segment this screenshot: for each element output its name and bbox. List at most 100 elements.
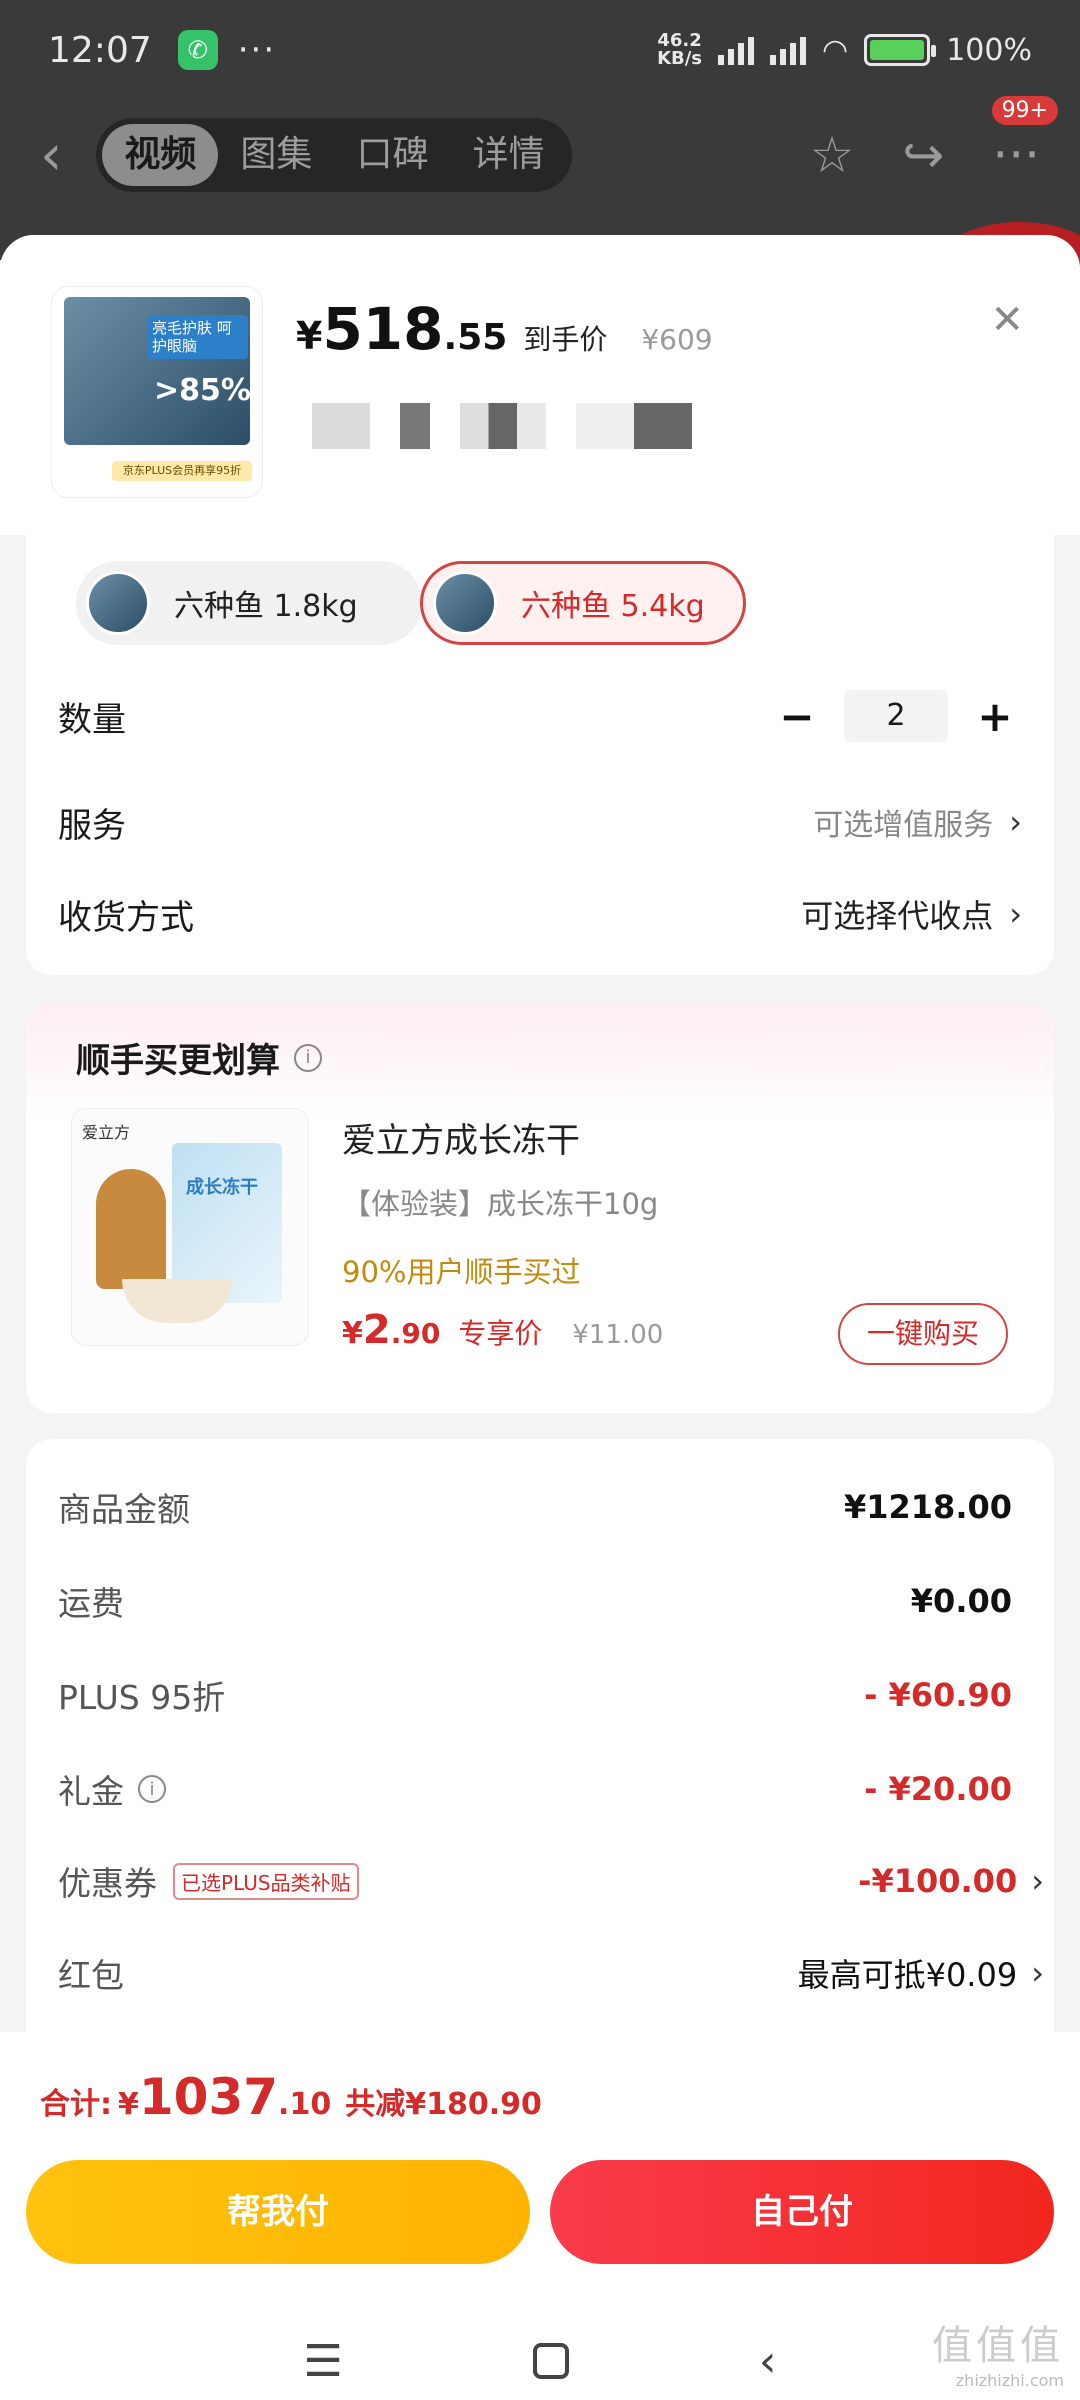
network-speed-unit: KB/s (657, 48, 703, 69)
summary-value: 最高可抵¥0.09 (797, 1956, 1018, 1994)
product-price: ¥ 518 .55 到手价 ¥609 (296, 295, 713, 363)
summary-row-red-packet[interactable]: 红包 最高可抵¥0.09 › (58, 1945, 1044, 2001)
summary-value: -¥100.00 (858, 1862, 1018, 1900)
cat-image (96, 1169, 166, 1289)
delivery-label: 收货方式 (58, 897, 194, 938)
summary-value: - ¥20.00 (864, 1770, 1012, 1808)
summary-label: PLUS 95折 (58, 1678, 226, 1717)
total-saving: 共减¥180.90 (345, 2087, 542, 2122)
tab-reviews[interactable]: 口碑 (334, 124, 450, 186)
summary-label: 商品金额 (58, 1490, 190, 1529)
service-value: 可选增值服务 (813, 808, 994, 843)
network-speed: 46.2 KB/s (657, 32, 702, 68)
price-currency: ¥ (296, 314, 323, 358)
addon-price: ¥ 2 .90 专享价 ¥11.00 (342, 1307, 663, 1353)
summary-label-text: 礼金 (58, 1772, 124, 1811)
info-icon[interactable]: i (294, 1043, 322, 1072)
tab-details[interactable]: 详情 (450, 124, 566, 186)
total-decimal: .10 (278, 2087, 332, 2122)
media-tabs: 视频 图集 口碑 详情 (96, 118, 573, 192)
summary-row-gift: 礼金 i - ¥20.00 (58, 1761, 1012, 1817)
checkout-footer: 合计: ¥ 1037 .10 共减¥180.90 帮我付 自己付 ☰ ‹ 值值值… (0, 2032, 1080, 2400)
tab-video[interactable]: 视频 (102, 124, 219, 186)
phone-call-icon: ✆ (177, 30, 218, 70)
addon-hint: 90%用户顺手买过 (342, 1255, 581, 1289)
spec-option-5-4kg[interactable]: 六种鱼 5.4kg (420, 561, 746, 645)
order-total: 合计: ¥ 1037 .10 共减¥180.90 (40, 2068, 542, 2126)
spec-card: 六种鱼 1.8kg 六种鱼 5.4kg 数量 − 2 + 服务 可选增值服务 ›… (26, 535, 1054, 975)
system-nav-bar: ☰ ‹ (0, 2322, 1080, 2400)
one-click-buy-button[interactable]: 一键购买 (838, 1303, 1008, 1365)
addon-card: 顺手买更划算 i 爱立方 成长冻干 爱立方成长冻干 【体验装】成长冻干10g 9… (26, 1003, 1054, 1413)
watermark: 值值值 zhizhizhi.com (932, 2313, 1064, 2390)
addon-price-integer: 2 (362, 1307, 391, 1353)
tab-gallery[interactable]: 图集 (218, 124, 334, 186)
background-nav: ‹ 视频 图集 口碑 详情 ☆ ↪ ··· 99+ (0, 96, 1080, 200)
summary-row-plus-discount: PLUS 95折 - ¥60.90 (58, 1667, 1012, 1723)
bowl-image (122, 1279, 232, 1323)
summary-value: ¥1218.00 (843, 1488, 1012, 1526)
pay-for-me-button[interactable]: 帮我付 (26, 2160, 530, 2264)
addon-title-text: 顺手买更划算 (76, 1041, 280, 1081)
more-icon[interactable]: ··· (992, 126, 1040, 184)
price-tag: 到手价 (523, 323, 608, 356)
status-bar: 12:07 ✆ ··· 46.2 KB/s ◠ 100% (0, 0, 1080, 100)
menu-icon[interactable]: ☰ (303, 2336, 342, 2387)
home-icon[interactable] (532, 2343, 569, 2379)
close-icon[interactable]: ✕ (990, 297, 1024, 343)
price-decimal: .55 (443, 317, 508, 358)
summary-row-goods: 商品金额 ¥1218.00 (58, 1479, 1012, 1535)
total-label: 合计: (40, 2087, 112, 2122)
chevron-right-icon: › (1031, 1862, 1044, 1900)
chevron-right-icon: › (1009, 895, 1022, 933)
favorite-star-icon[interactable]: ☆ (810, 126, 855, 184)
signal-icon-2 (770, 35, 807, 65)
addon-bag-text: 成长冻干 (186, 1177, 258, 1198)
blurred-info (312, 403, 692, 449)
delivery-value: 可选择代收点 (801, 897, 994, 935)
watermark-logo: 值值值 (932, 2323, 1064, 2369)
summary-value: - ¥60.90 (864, 1676, 1012, 1714)
product-package-image: 亮毛护肤 呵护眼脑 >85% (64, 297, 251, 445)
status-more-dots: ··· (237, 30, 277, 70)
addon-brand: 爱立方 (82, 1123, 131, 1142)
addon-product-image[interactable]: 爱立方 成长冻干 (72, 1109, 308, 1345)
quantity-plus-button[interactable]: + (968, 692, 1022, 741)
quantity-minus-button[interactable]: − (770, 692, 824, 741)
summary-label: 红包 (58, 1956, 124, 1995)
spec-option-1-8kg[interactable]: 六种鱼 1.8kg (76, 561, 422, 645)
package-highlight: >85% (154, 373, 251, 408)
addon-spec: 【体验装】成长冻干10g (342, 1187, 659, 1221)
summary-row-coupon[interactable]: 优惠券 已选PLUS品类补贴 -¥100.00 › (58, 1853, 1044, 1909)
addon-original-price: ¥11.00 (572, 1320, 664, 1350)
quantity-row: 数量 − 2 + (58, 679, 1022, 753)
service-label: 服务 (58, 805, 126, 846)
spec-option-label: 六种鱼 1.8kg (174, 589, 358, 624)
summary-label: 运费 (58, 1584, 124, 1623)
product-thumbnail: 亮毛护肤 呵护眼脑 >85% 京东PLUS会员再享95折 (52, 287, 262, 497)
battery-icon (864, 34, 937, 66)
service-row[interactable]: 服务 可选增值服务 › (58, 785, 1022, 859)
price-integer: 518 (322, 295, 444, 363)
summary-row-shipping: 运费 ¥0.00 (58, 1573, 1012, 1629)
spec-option-label: 六种鱼 5.4kg (521, 589, 705, 624)
quantity-stepper: − 2 + (770, 690, 1022, 742)
info-icon[interactable]: i (138, 1775, 166, 1803)
battery-percent: 100% (946, 32, 1032, 68)
delivery-row[interactable]: 收货方式 可选择代收点 › (58, 877, 1022, 951)
pay-myself-button[interactable]: 自己付 (550, 2160, 1054, 2264)
share-icon[interactable]: ↪ (902, 126, 944, 184)
back-icon[interactable]: ‹ (40, 123, 62, 188)
summary-value: ¥0.00 (910, 1582, 1012, 1620)
addon-name[interactable]: 爱立方成长冻干 (342, 1113, 580, 1162)
addon-price-decimal: .90 (390, 1317, 441, 1350)
background-page: 12:07 ✆ ··· 46.2 KB/s ◠ 100% ‹ 视频 图集 口碑 … (0, 0, 1080, 260)
signal-icon (718, 35, 755, 65)
original-price: ¥609 (641, 323, 713, 356)
total-integer: 1037 (138, 2068, 279, 2126)
quantity-input[interactable]: 2 (844, 690, 948, 742)
summary-label: 礼金 i (58, 1765, 166, 1813)
package-label: 亮毛护肤 呵护眼脑 (148, 315, 248, 359)
back-nav-icon[interactable]: ‹ (759, 2336, 777, 2387)
chevron-right-icon: › (1031, 1954, 1044, 1992)
